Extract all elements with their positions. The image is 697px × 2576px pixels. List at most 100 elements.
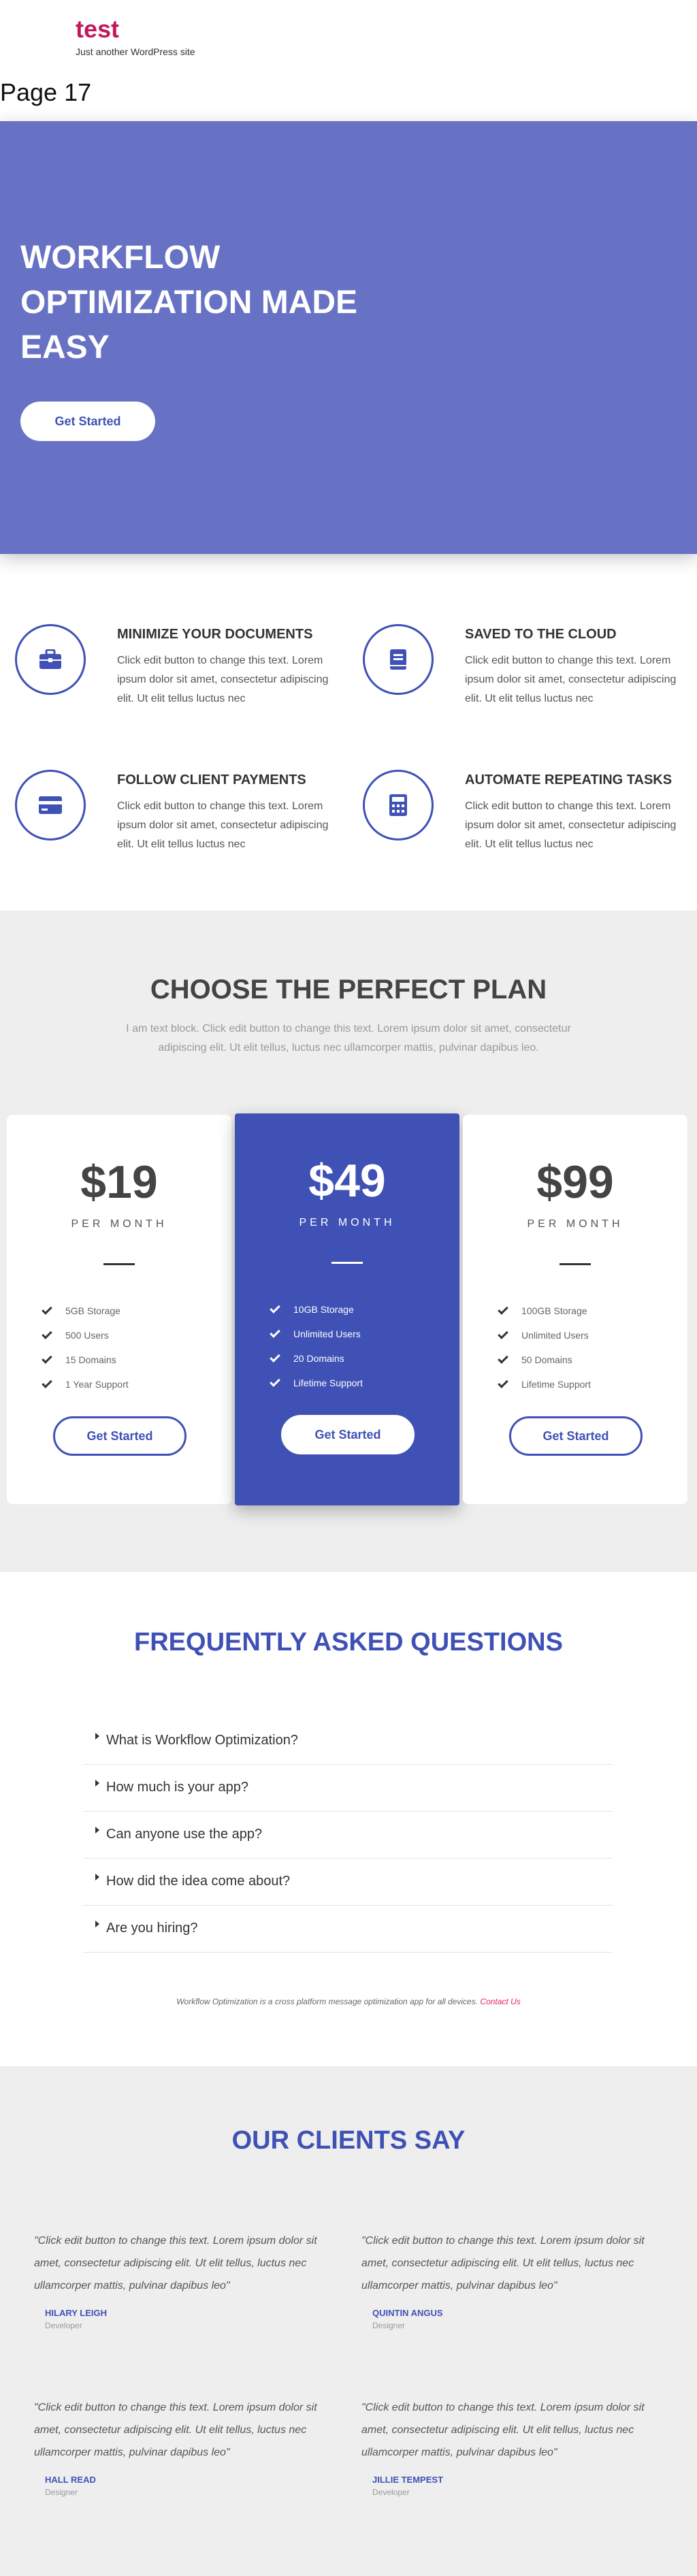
pricing-plan-featured: $49 PER MONTH 10GB Storage Unlimited Use… [235,1113,459,1505]
plan-get-started-button[interactable]: Get Started [53,1416,187,1456]
faq-title: FREQUENTLY ASKED QUESTIONS [134,1628,563,1657]
plan-feature: 10GB Storage [269,1297,363,1322]
plan-divider [331,1262,363,1264]
plan-feature: 500 Users [41,1323,129,1348]
testimonial-role: Developer [372,2488,410,2497]
site-header: test Just another WordPress site [0,0,697,75]
clients-title: OUR CLIENTS SAY [231,2126,466,2155]
testimonial-quote: "Click edit button to change this text. … [34,2402,317,2458]
testimonial-quote: "Click edit button to change this text. … [361,2402,645,2458]
plan-price: $99 [536,1156,614,1208]
plan-divider [103,1263,135,1265]
hero-title: WORKFLOW OPTIMIZATION MADE EASY [20,240,358,365]
feature-text: Click edit button to change this text. L… [465,800,677,850]
site-tagline: Just another WordPress site [76,46,195,57]
testimonial-name: HALL READ [45,2475,96,2485]
faq-item[interactable]: Are you hiring? [83,1906,613,1953]
testimonial-role: Designer [372,2321,406,2330]
caret-right-icon [95,1921,99,1927]
feature-title: FOLLOW CLIENT PAYMENTS [117,772,306,787]
check-icon [270,1376,280,1387]
plan-features: 5GB Storage 500 Users 15 Domains 1 Year … [41,1299,129,1397]
plan-feature: Unlimited Users [269,1322,363,1346]
hero-get-started-button[interactable]: Get Started [20,402,155,441]
caret-right-icon [95,1780,99,1787]
faq-question: How much is your app? [106,1780,248,1795]
feature-saved-to-cloud: SAVED TO THE CLOUD Click edit button to … [363,624,676,706]
credit-card-icon [15,770,86,841]
plan-period: PER MONTH [71,1218,167,1230]
faq-item[interactable]: How much is your app? [83,1765,613,1812]
pricing-section: CHOOSE THE PERFECT PLAN I am text block.… [0,911,697,1572]
check-icon [42,1304,52,1315]
feature-text: Click edit button to change this text. L… [465,655,677,704]
feature-title: AUTOMATE REPEATING TASKS [465,772,672,787]
testimonial-role: Designer [45,2488,78,2497]
plan-feature: Lifetime Support [497,1372,591,1397]
feature-minimize-documents: MINIMIZE YOUR DOCUMENTS Click edit butto… [15,624,328,706]
plan-get-started-button[interactable]: Get Started [509,1416,643,1456]
faq-item[interactable]: What is Workflow Optimization? [83,1718,613,1765]
caret-right-icon [95,1827,99,1833]
pricing-title: CHOOSE THE PERFECT PLAN [150,975,547,1005]
faq-note: Workflow Optimization is a cross platfor… [0,1997,697,2006]
plan-feature: Unlimited Users [497,1323,591,1348]
site-title-link[interactable]: test [76,15,119,44]
plan-feature: 100GB Storage [497,1299,591,1323]
hero-section: WORKFLOW OPTIMIZATION MADE EASY Get Star… [0,121,697,554]
faq-question: How did the idea come about? [106,1874,291,1889]
pricing-subtitle: I am text block. Click edit button to ch… [126,1023,571,1054]
plan-price: $49 [308,1155,386,1207]
plan-period: PER MONTH [299,1217,395,1228]
check-icon [498,1304,508,1315]
check-icon [270,1303,280,1314]
pricing-plan-pro: $99 PER MONTH 100GB Storage Unlimited Us… [463,1115,687,1504]
caret-right-icon [95,1733,99,1740]
page-title: Page 17 [0,78,92,106]
contact-us-link[interactable]: Contact Us [480,1997,520,2006]
plan-feature: 1 Year Support [41,1372,129,1397]
pricing-plan-basic: $19 PER MONTH 5GB Storage 500 Users 15 D… [7,1115,231,1504]
book-icon [363,624,434,695]
faq-question: Are you hiring? [106,1921,198,1936]
plan-feature: 5GB Storage [41,1299,129,1323]
testimonial: "Click edit button to change this text. … [34,2230,334,2330]
feature-automate-tasks: AUTOMATE REPEATING TASKS Click edit butt… [363,770,676,851]
faq-question: Can anyone use the app? [106,1827,263,1842]
check-icon [42,1377,52,1388]
testimonial-quote: "Click edit button to change this text. … [361,2235,645,2292]
faq-note-text: Workflow Optimization is a cross platfor… [176,1997,479,2006]
plan-price: $19 [80,1156,158,1208]
plan-period: PER MONTH [527,1218,623,1230]
testimonial-name: HILARY LEIGH [45,2308,108,2318]
plan-features: 100GB Storage Unlimited Users 50 Domains… [497,1299,591,1397]
check-icon [42,1328,52,1339]
feature-title: SAVED TO THE CLOUD [465,627,617,642]
testimonial-role: Developer [45,2321,82,2330]
feature-follow-client-payments: FOLLOW CLIENT PAYMENTS Click edit button… [15,770,328,851]
plan-features: 10GB Storage Unlimited Users 20 Domains … [269,1297,363,1395]
check-icon [270,1352,280,1363]
plan-get-started-button[interactable]: Get Started [281,1415,415,1454]
plan-feature: 20 Domains [269,1346,363,1371]
faq-question: What is Workflow Optimization? [106,1733,298,1748]
feature-text: Click edit button to change this text. L… [117,655,329,704]
check-icon [270,1327,280,1338]
clients-section: OUR CLIENTS SAY "Click edit button to ch… [0,2066,697,2576]
testimonial-quote: "Click edit button to change this text. … [34,2235,317,2292]
testimonial: "Click edit button to change this text. … [34,2396,334,2497]
faq-item[interactable]: Can anyone use the app? [83,1812,613,1859]
plan-divider [560,1263,591,1265]
faq-item[interactable]: How did the idea come about? [83,1859,613,1906]
faq-accordion: What is Workflow Optimization? How much … [83,1718,613,1953]
briefcase-icon [15,624,86,695]
check-icon [498,1328,508,1339]
feature-title: MINIMIZE YOUR DOCUMENTS [117,627,313,642]
plan-feature: 50 Domains [497,1348,591,1372]
check-icon [498,1377,508,1388]
caret-right-icon [95,1874,99,1880]
testimonial-name: QUINTIN ANGUS [372,2308,443,2318]
plan-feature: 15 Domains [41,1348,129,1372]
check-icon [42,1353,52,1364]
testimonial: "Click edit button to change this text. … [361,2230,661,2330]
